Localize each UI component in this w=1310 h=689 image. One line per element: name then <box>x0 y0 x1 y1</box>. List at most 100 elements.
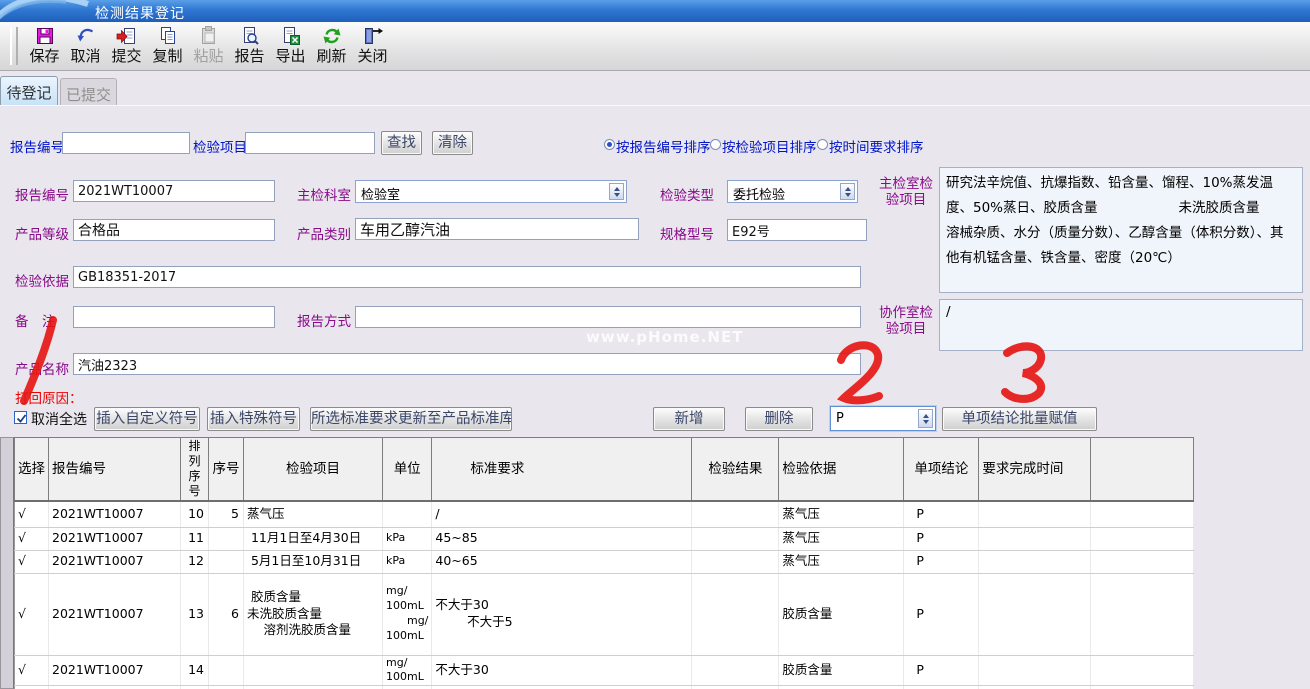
column-select[interactable]: 选择 <box>15 438 49 502</box>
refresh-button[interactable]: 刷新 <box>311 22 352 68</box>
cell-item[interactable]: 蒸气压 <box>244 501 383 527</box>
paste-button[interactable]: 粘贴 <box>188 22 229 68</box>
report-button[interactable]: 报告 <box>229 22 270 68</box>
export-button[interactable]: 导出 <box>270 22 311 68</box>
column-seq[interactable]: 序号 <box>209 438 244 502</box>
cell-seq[interactable] <box>209 527 244 550</box>
cell-result[interactable] <box>692 527 779 550</box>
cell-sort-no[interactable]: 14 <box>181 655 209 686</box>
cell-unit[interactable]: mg/ 100mL mg/ 100mL <box>383 573 432 655</box>
sort-by-report-no-radio[interactable] <box>604 139 615 150</box>
tab-pending[interactable]: 待登记 <box>0 76 58 105</box>
batch-assign-conclusion-button[interactable]: 单项结论批量赋值 <box>942 407 1097 431</box>
conclusion-dropdown[interactable]: P <box>830 406 936 431</box>
submit-button[interactable]: 提交 <box>106 22 147 68</box>
update-standard-library-button[interactable]: 所选标准要求更新至产品标准库 <box>310 407 512 431</box>
cell-basis[interactable]: 蒸气压 <box>779 527 904 550</box>
column-sort-no[interactable]: 排列 序号 <box>181 438 209 502</box>
cell-result[interactable] <box>692 501 779 527</box>
column-deadline[interactable]: 要求完成时间 <box>979 438 1091 502</box>
remark-input[interactable] <box>73 306 275 328</box>
cell-standard[interactable]: 45~85 <box>432 527 692 550</box>
cell-seq[interactable]: 5 <box>209 501 244 527</box>
sort-by-item-radio[interactable] <box>710 139 721 150</box>
coop-items-textarea[interactable]: / <box>939 299 1303 351</box>
cell-result[interactable] <box>692 550 779 573</box>
copy-button[interactable]: 复制 <box>147 22 188 68</box>
cell-seq[interactable] <box>209 550 244 573</box>
cell-seq[interactable]: 6 <box>209 573 244 655</box>
spec-input[interactable] <box>727 219 867 241</box>
cell-standard[interactable]: 40~65 <box>432 550 692 573</box>
cell-standard[interactable]: 不大于30 不大于5 <box>432 573 692 655</box>
cell-conclusion[interactable]: P <box>904 655 979 686</box>
undo-button[interactable]: 取消 <box>65 22 106 68</box>
grade-input[interactable] <box>73 219 275 241</box>
cell-item[interactable]: 胶质含量 未洗胶质含量 溶剂洗胶质含量 <box>244 573 383 655</box>
add-row-button[interactable]: 新增 <box>653 407 725 431</box>
dropdown-arrows-icon[interactable] <box>609 183 624 200</box>
cell-conclusion[interactable]: P <box>904 527 979 550</box>
cell-report-no[interactable]: 2021WT10007 <box>49 550 181 573</box>
cell-select[interactable]: √ <box>15 655 49 686</box>
cell-conclusion[interactable]: P <box>904 550 979 573</box>
cell-select[interactable]: √ <box>15 550 49 573</box>
cell-basis[interactable]: 胶质含量 <box>779 573 904 655</box>
column-report-no[interactable]: 报告编号 <box>49 438 181 502</box>
cell-standard[interactable]: 不大于30 <box>432 655 692 686</box>
column-standard[interactable]: 标准要求 <box>432 438 692 502</box>
category-input[interactable] <box>355 218 639 240</box>
dropdown-arrows-icon[interactable] <box>840 183 855 200</box>
cell-deadline[interactable] <box>979 501 1091 527</box>
insert-special-symbol-button[interactable]: 插入特殊符号 <box>207 407 300 431</box>
search-report-no-input[interactable] <box>62 132 190 154</box>
cell-deadline[interactable] <box>979 573 1091 655</box>
cell-report-no[interactable]: 2021WT10007 <box>49 527 181 550</box>
uncheck-all-checkbox[interactable] <box>14 411 27 424</box>
close-button[interactable]: 关闭 <box>352 22 393 68</box>
column-item[interactable]: 检验项目 <box>244 438 383 502</box>
cell-select[interactable]: √ <box>15 573 49 655</box>
cell-sort-no[interactable]: 10 <box>181 501 209 527</box>
cell-sort-no[interactable]: 12 <box>181 550 209 573</box>
cell-seq[interactable] <box>209 655 244 686</box>
cell-select[interactable]: √ <box>15 501 49 527</box>
cell-conclusion[interactable]: P <box>904 573 979 655</box>
cell-result[interactable] <box>692 573 779 655</box>
cell-basis[interactable]: 蒸气压 <box>779 550 904 573</box>
cell-unit[interactable] <box>383 501 432 527</box>
cell-item[interactable]: 5月1日至10月31日 <box>244 550 383 573</box>
cell-unit[interactable]: kPa <box>383 527 432 550</box>
cell-basis[interactable]: 蒸气压 <box>779 501 904 527</box>
cell-report-no[interactable]: 2021WT10007 <box>49 501 181 527</box>
cell-conclusion[interactable]: P <box>904 501 979 527</box>
type-dropdown[interactable]: 委托检验 <box>727 180 858 203</box>
save-button[interactable]: 保存 <box>24 22 65 68</box>
cell-sort-no[interactable]: 11 <box>181 527 209 550</box>
cell-deadline[interactable] <box>979 550 1091 573</box>
report-no-input[interactable] <box>73 180 275 202</box>
basis-input[interactable] <box>73 266 861 288</box>
delete-row-button[interactable]: 删除 <box>745 407 813 431</box>
cell-unit[interactable]: kPa <box>383 550 432 573</box>
cell-report-no[interactable]: 2021WT10007 <box>49 573 181 655</box>
search-item-input[interactable] <box>245 132 375 154</box>
cell-deadline[interactable] <box>979 527 1091 550</box>
column-conclusion[interactable]: 单项结论 <box>904 438 979 502</box>
dept-dropdown[interactable]: 检验室 <box>355 180 627 203</box>
main-items-textarea[interactable]: 研究法辛烷值、抗爆指数、铅含量、馏程、10%蒸发温度、50%蒸日、胶质含量 未洗… <box>939 167 1303 293</box>
column-basis[interactable]: 检验依据 <box>779 438 904 502</box>
tab-submitted[interactable]: 已提交 <box>60 78 117 105</box>
cell-item[interactable] <box>244 655 383 686</box>
insert-custom-symbol-button[interactable]: 插入自定义符号 <box>94 407 200 431</box>
find-button[interactable]: 查找 <box>381 131 422 155</box>
cell-result[interactable] <box>692 655 779 686</box>
cell-deadline[interactable] <box>979 655 1091 686</box>
clear-button[interactable]: 清除 <box>432 131 473 155</box>
column-unit[interactable]: 单位 <box>383 438 432 502</box>
cell-basis[interactable]: 胶质含量 <box>779 655 904 686</box>
cell-sort-no[interactable]: 13 <box>181 573 209 655</box>
sort-by-time-radio[interactable] <box>817 139 828 150</box>
column-result[interactable]: 检验结果 <box>692 438 779 502</box>
cell-standard[interactable]: / <box>432 501 692 527</box>
